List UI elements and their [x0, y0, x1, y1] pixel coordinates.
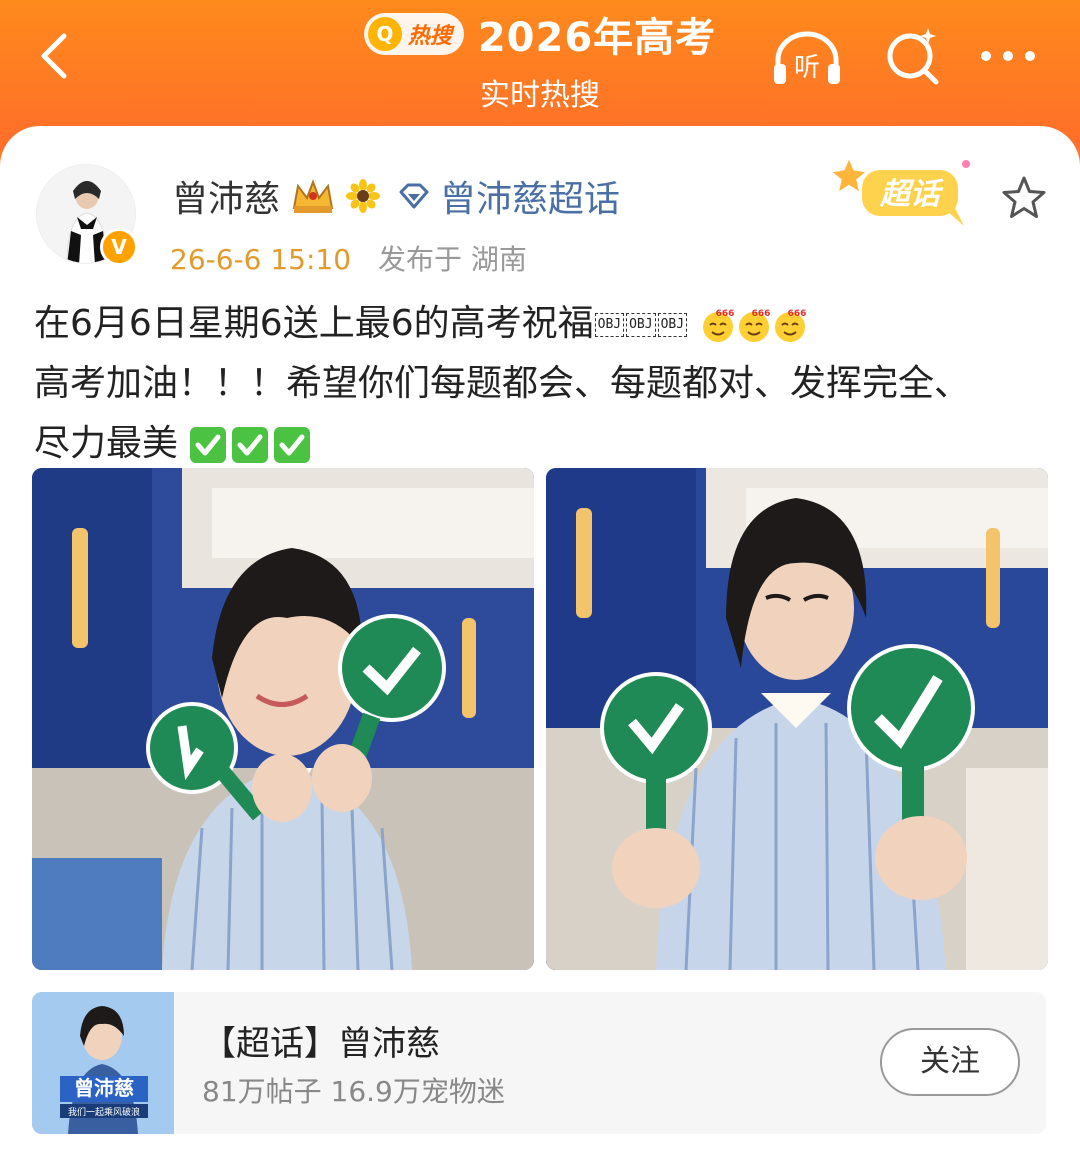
super-topic-thumbnail: 曾沛慈 我们一起乘风破浪	[32, 992, 174, 1134]
post-meta: 26-6-6 15:10 发布于 湖南	[170, 238, 527, 278]
author-name[interactable]: 曾沛慈	[172, 170, 280, 222]
obj-placeholder-2: OBJ	[626, 313, 656, 337]
svg-text:666: 666	[787, 309, 806, 319]
follow-button[interactable]: 关注	[880, 1028, 1020, 1096]
page-title: 2026年高考	[477, 15, 717, 61]
super-topic-stats: 81万帖子 16.9万宠物迷	[202, 1075, 505, 1108]
thumb-name: 曾沛慈	[74, 1076, 134, 1100]
hot-badge-label: 热搜	[407, 24, 452, 49]
post-body: 在6月6日星期6送上最6的高考祝福 OBJ OBJ OBJ 666 666 666	[34, 294, 1054, 474]
green-check-icon	[232, 427, 269, 463]
listen-headphones-icon[interactable]: 听	[770, 30, 844, 88]
verified-badge-icon: V	[100, 228, 138, 266]
super-topic-diamond-icon	[399, 183, 429, 209]
post-card: V 曾沛慈 曾沛慈超话 26-6-6 15:10 发布于 湖南 超话 在6月6日…	[0, 126, 1080, 1157]
favorite-star-icon[interactable]	[1000, 174, 1048, 222]
super-topic-card[interactable]: 曾沛慈 我们一起乘风破浪 【超话】曾沛慈 81万帖子 16.9万宠物迷 关注	[32, 992, 1046, 1134]
photo-woman-holding-check-paddles	[546, 468, 1048, 970]
sunflower-icon	[346, 179, 381, 213]
author-row: 曾沛慈 曾沛慈超话	[172, 170, 620, 222]
super-topic-tag-label: 超话	[879, 177, 944, 212]
post-photo-2[interactable]	[546, 468, 1048, 970]
svg-text:666: 666	[751, 309, 770, 319]
crown-badge-icon	[292, 179, 334, 213]
post-location: 发布于 湖南	[377, 243, 527, 276]
post-photo-1[interactable]	[32, 468, 534, 970]
post-text-line2: 高考加油！！！希望你们每题都会、每题都对、发挥完全、	[34, 363, 971, 404]
photo-woman-with-check-paddles	[32, 468, 534, 970]
obj-placeholder-1: OBJ	[594, 313, 625, 337]
green-check-icon	[274, 427, 311, 463]
search-icon[interactable]	[882, 24, 944, 86]
listen-label: 听	[794, 53, 820, 83]
super-topic-cover-icon: 曾沛慈 我们一起乘风破浪	[32, 992, 174, 1134]
search-q-icon: Q	[367, 17, 402, 51]
super-topic-link[interactable]: 曾沛慈超话	[440, 170, 620, 222]
hot-search-badge: Q 热搜	[363, 13, 464, 55]
666-emoji-icon: 666	[774, 309, 806, 342]
post-text-line3: 尽力最美	[34, 423, 179, 464]
more-options-icon[interactable]	[978, 48, 1038, 64]
svg-text:666: 666	[715, 309, 734, 319]
super-topic-title: 【超话】曾沛慈	[202, 1024, 440, 1064]
green-check-icon	[190, 427, 227, 463]
thumb-subtitle: 我们一起乘风破浪	[68, 1106, 140, 1118]
post-timestamp: 26-6-6 15:10	[170, 243, 352, 276]
666-emoji-icon: 666	[738, 309, 770, 342]
super-topic-tag-icon[interactable]: 超话	[826, 152, 992, 232]
obj-placeholder-3: OBJ	[657, 313, 688, 337]
post-text-line1: 在6月6日星期6送上最6的高考祝福	[34, 303, 594, 344]
post-line-1: 在6月6日星期6送上最6的高考祝福 OBJ OBJ OBJ 666 666 666	[34, 294, 1054, 354]
post-line-3: 尽力最美	[34, 414, 1054, 474]
666-emoji-icon: 666	[702, 309, 734, 342]
